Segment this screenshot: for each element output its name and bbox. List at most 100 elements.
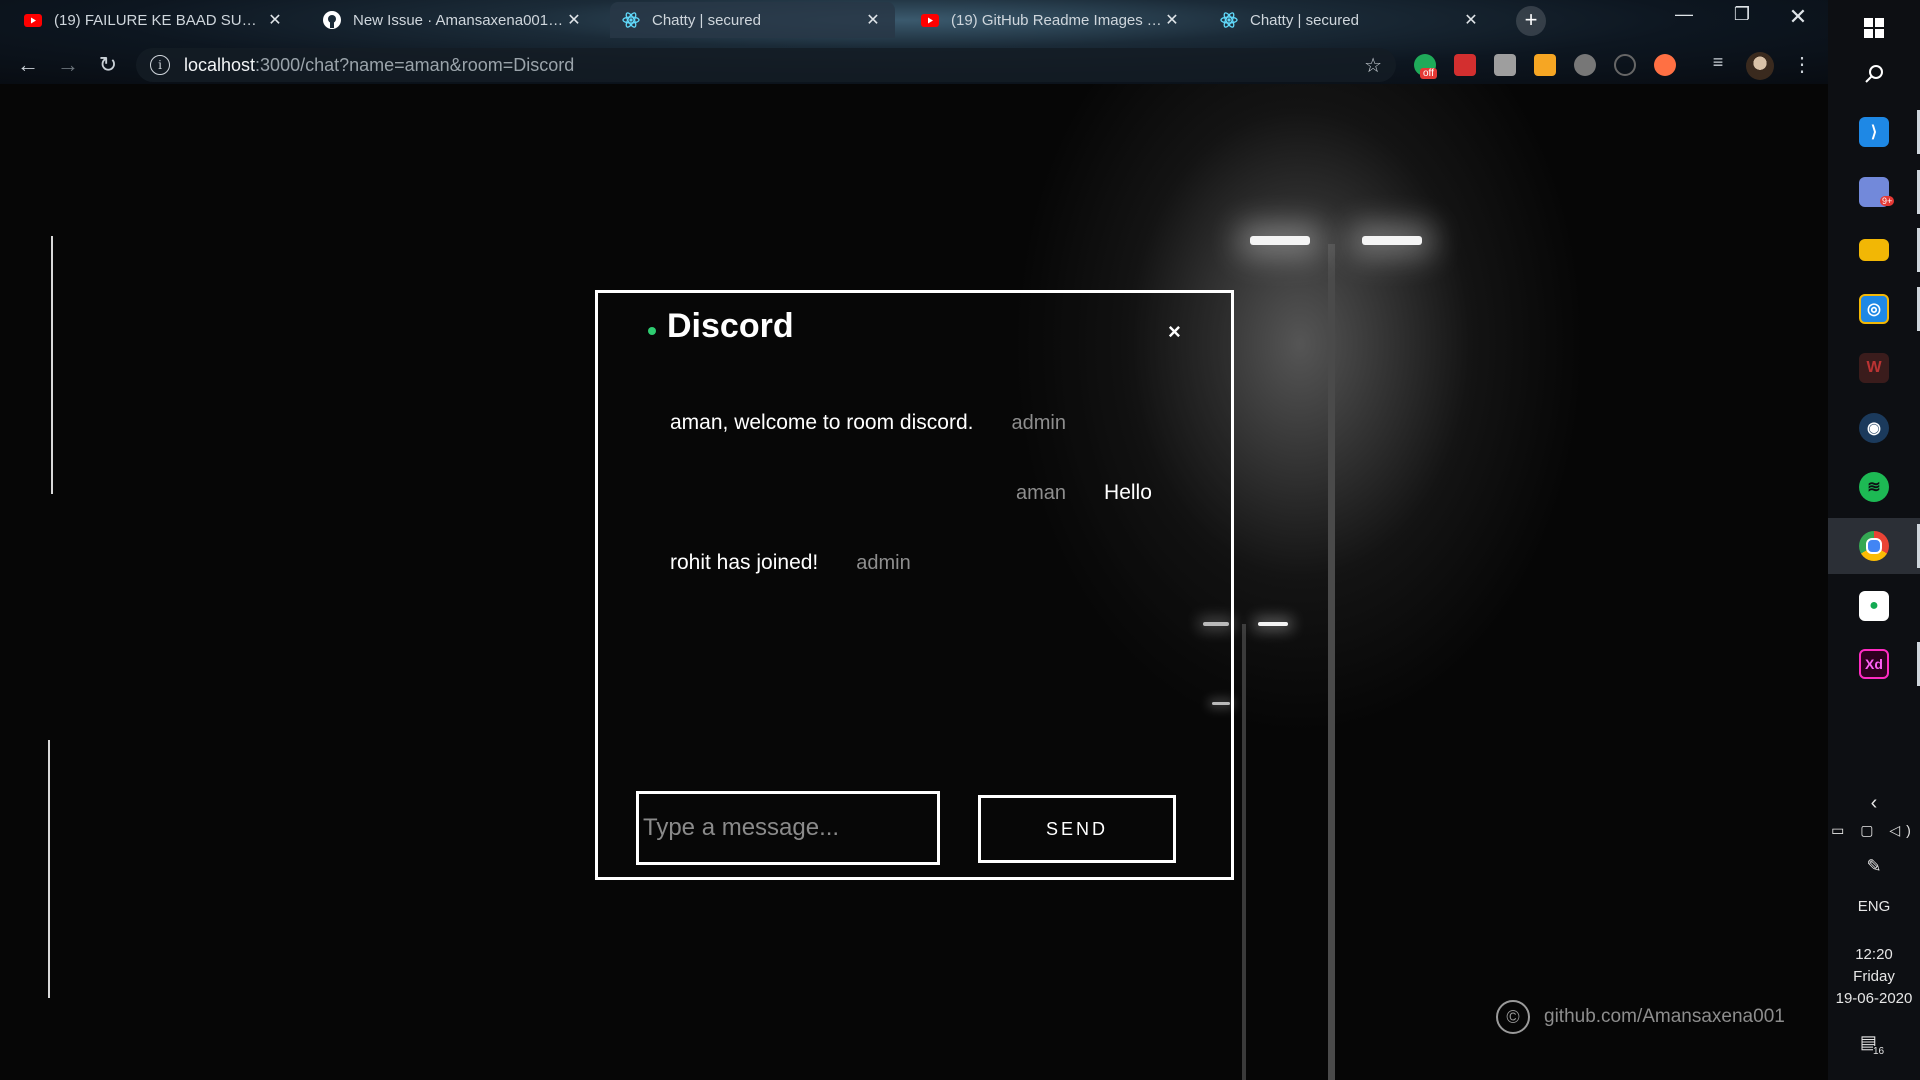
tab-title: (19) FAILURE KE BAAD SUCCESS — [54, 11, 265, 29]
address-host: localhost — [184, 54, 256, 75]
credit-footer: © github.com/Amansaxena001 — [1496, 1000, 1785, 1034]
taskbar-app-explorer[interactable] — [1828, 222, 1920, 278]
windows-taskbar: ⟩ 9+ ◎ W ◉ ≋ ● Xd ‹ ▭ ▢ ◁) ✎ ENG 12:20 F… — [1828, 0, 1920, 1080]
address-bar[interactable]: i localhost :3000/chat?name=aman&room=Di… — [136, 48, 1396, 82]
taskbar-app-instagram[interactable]: ◎ — [1828, 281, 1920, 337]
taskbar-app-vscode[interactable]: ⟩ — [1828, 104, 1920, 160]
tab-github-readme[interactable]: (19) GitHub Readme Images Tuto ✕ — [909, 2, 1194, 38]
tab-title: Chatty | secured — [652, 11, 761, 29]
new-tab-button[interactable]: + — [1516, 6, 1546, 36]
k-extension-icon[interactable] — [1494, 54, 1516, 76]
send-button[interactable]: SEND — [978, 795, 1176, 863]
adobe-xd-icon: Xd — [1859, 649, 1889, 679]
vscode-icon: ⟩ — [1859, 117, 1889, 147]
language-indicator[interactable]: ENG — [1828, 898, 1920, 915]
message-text: rohit has joined! — [670, 551, 819, 574]
pen-icon[interactable]: ✎ — [1828, 856, 1920, 877]
tab-chatty[interactable]: Chatty | secured ✕ — [1208, 2, 1493, 38]
notification-icon[interactable]: ▤16 — [1828, 1032, 1920, 1057]
browser-chrome: (19) FAILURE KE BAAD SUCCESS ✕ New Issue… — [0, 0, 1828, 84]
back-icon[interactable]: ← — [14, 52, 42, 78]
browser-toolbar: ← → ↻ i localhost :3000/chat?name=aman&r… — [0, 44, 1828, 84]
notification-count: 16 — [1872, 1046, 1885, 1057]
reload-icon[interactable]: ↻ — [94, 52, 122, 78]
message-user: admin — [856, 552, 911, 574]
street-lamp — [1258, 622, 1288, 626]
tab-chatty-active[interactable]: Chatty | secured ✕ — [610, 2, 895, 38]
decor-line — [48, 740, 50, 998]
block-extension-icon[interactable] — [1614, 54, 1636, 76]
message-item: rohit has joined! admin — [670, 551, 911, 575]
street-lamp — [1362, 236, 1422, 245]
taskbar-app-chrome[interactable] — [1828, 518, 1920, 574]
chat-card: Discord × aman, welcome to room discord.… — [595, 290, 1234, 880]
restore-icon[interactable]: ❐ — [1722, 4, 1762, 25]
lamp-post — [1242, 624, 1246, 1080]
close-tab-icon[interactable]: ✕ — [564, 10, 584, 30]
fire-extension-icon[interactable] — [1654, 54, 1676, 76]
street-lamp — [1250, 236, 1310, 245]
react-icon — [622, 11, 640, 29]
forward-icon[interactable]: → — [54, 52, 82, 78]
close-window-icon[interactable]: ✕ — [1778, 4, 1818, 30]
steam-icon: ◉ — [1859, 413, 1889, 443]
discord-badge: 9+ — [1880, 196, 1895, 206]
windows-logo-icon — [1864, 18, 1884, 38]
close-tab-icon[interactable]: ✕ — [863, 10, 883, 30]
menu-dots-icon[interactable]: ⋮ — [1792, 52, 1812, 77]
tab-strip: (19) FAILURE KE BAAD SUCCESS ✕ New Issue… — [12, 2, 1507, 40]
tray-status-icons[interactable]: ▭ ▢ ◁) — [1828, 822, 1920, 839]
taskbar-app-spotify[interactable]: ≋ — [1828, 459, 1920, 515]
search-icon — [1865, 65, 1883, 83]
spotify-icon: ≋ — [1859, 472, 1889, 502]
room-title: Discord — [667, 307, 794, 345]
message-user: admin — [1011, 412, 1066, 434]
close-tab-icon[interactable]: ✕ — [265, 10, 285, 30]
tab-failure-ke-baad[interactable]: (19) FAILURE KE BAAD SUCCESS ✕ — [12, 2, 297, 38]
minimize-icon[interactable]: — — [1664, 4, 1704, 25]
clock-time[interactable]: 12:20 — [1828, 946, 1920, 963]
tab-new-issue[interactable]: New Issue · Amansaxena001/Cha ✕ — [311, 2, 596, 38]
message-item-self: aman Hello — [1016, 481, 1152, 505]
message-user: aman — [1016, 482, 1067, 504]
youtube-icon — [921, 11, 939, 29]
tab-title: Chatty | secured — [1250, 11, 1359, 29]
clock-date: 19-06-2020 — [1835, 990, 1913, 1007]
message-text: aman, welcome to room discord. — [670, 411, 974, 434]
taskbar-app-predator[interactable]: W — [1828, 340, 1920, 396]
close-tab-icon[interactable]: ✕ — [1162, 10, 1182, 30]
clock-day: Friday — [1853, 968, 1895, 985]
close-tab-icon[interactable]: ✕ — [1461, 10, 1481, 30]
profile-avatar[interactable] — [1746, 52, 1774, 80]
search-button[interactable] — [1828, 46, 1920, 102]
ublock-extension-icon[interactable] — [1454, 54, 1476, 76]
media-queue-icon[interactable]: ≡ — [1704, 52, 1732, 73]
address-path: :3000/chat?name=aman&room=Discord — [255, 54, 575, 75]
online-status-dot — [648, 327, 656, 335]
show-hidden-icons-chevron[interactable]: ‹ — [1828, 792, 1920, 815]
taskbar-app-mongodb[interactable]: ● — [1828, 578, 1920, 634]
taskbar-app-discord[interactable]: 9+ — [1828, 164, 1920, 220]
github-icon — [323, 11, 341, 29]
close-icon[interactable]: × — [1168, 319, 1181, 345]
extension-off-badge: off — [1420, 68, 1437, 79]
copyright-icon: © — [1496, 1000, 1530, 1034]
file-explorer-icon — [1859, 239, 1889, 261]
youtube-icon — [24, 11, 42, 29]
site-info-icon[interactable]: i — [150, 55, 170, 75]
tab-title: New Issue · Amansaxena001/Cha — [353, 11, 564, 29]
bookmark-star-icon[interactable]: ☆ — [1364, 53, 1382, 78]
predator-icon: W — [1859, 353, 1889, 383]
lamp-post — [1328, 244, 1335, 1080]
taskbar-app-steam[interactable]: ◉ — [1828, 400, 1920, 456]
credit-link[interactable]: github.com/Amansaxena001 — [1544, 1006, 1785, 1028]
tab-title: (19) GitHub Readme Images Tuto — [951, 11, 1162, 29]
message-input[interactable] — [636, 791, 940, 865]
react-icon — [1220, 11, 1238, 29]
message-item: aman, welcome to room discord. admin — [670, 411, 1066, 435]
colorzilla-extension-icon[interactable] — [1534, 54, 1556, 76]
taskbar-app-xd[interactable]: Xd — [1828, 636, 1920, 692]
globe-extension-icon[interactable] — [1574, 54, 1596, 76]
instagram-icon: ◎ — [1859, 294, 1889, 324]
message-text: Hello — [1104, 481, 1152, 504]
